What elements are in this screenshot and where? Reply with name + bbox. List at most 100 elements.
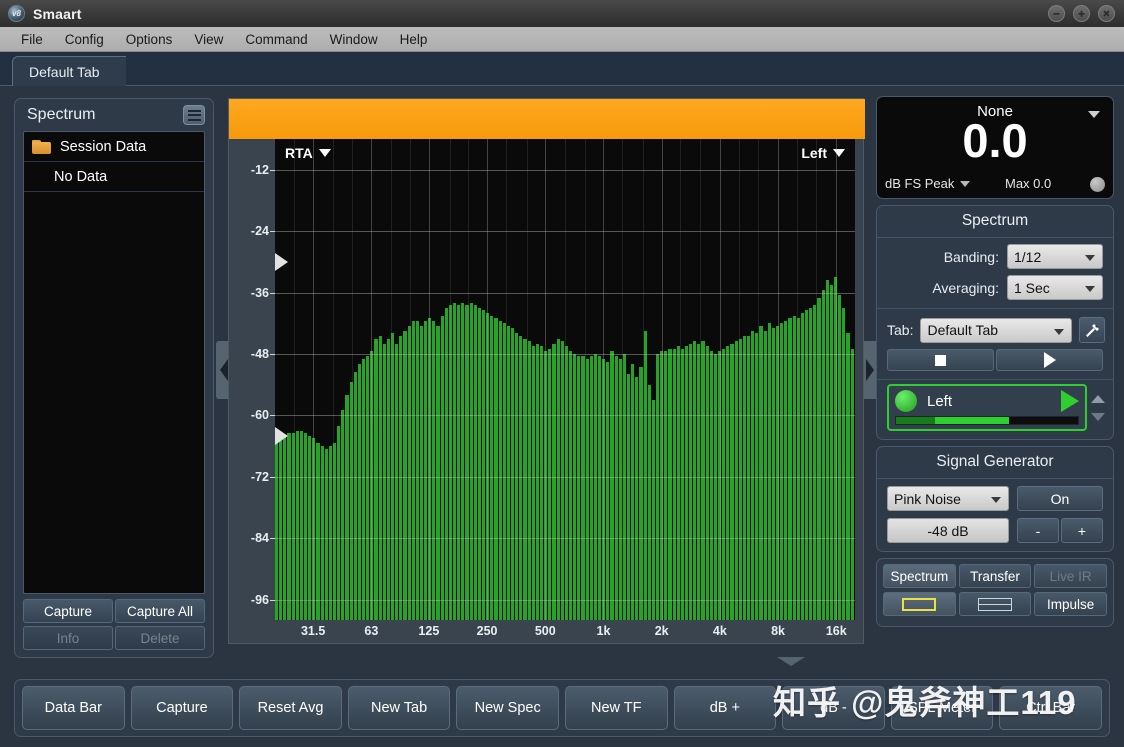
- rta-chart[interactable]: -12 -24 -36 -48 -60 -72 -84 -96 RTA Left 31.5 63…: [228, 98, 865, 666]
- new-tf-button[interactable]: New TF: [564, 686, 668, 730]
- capture-button[interactable]: Capture: [130, 686, 234, 730]
- banding-value: 1/12: [1014, 248, 1042, 265]
- averaging-value: 1 Sec: [1014, 279, 1050, 296]
- chart-expand-handle[interactable]: [777, 657, 805, 666]
- averaging-select[interactable]: 1 Sec: [1007, 275, 1103, 300]
- hamburger-icon[interactable]: [183, 105, 205, 125]
- tab-impulse[interactable]: Impulse: [1034, 592, 1108, 616]
- single-pane-button[interactable]: [883, 592, 956, 616]
- play-triangle-icon[interactable]: [1061, 390, 1079, 412]
- chart-header-bar[interactable]: [229, 99, 865, 139]
- grid-line: [410, 139, 412, 620]
- chevron-down-icon: [1085, 286, 1095, 292]
- split-pane-button[interactable]: [958, 592, 1032, 616]
- title-bar: v8 Smaart: [0, 0, 1124, 27]
- x-axis: 31.5 63 125 250 500 1k 2k 4k 8k 16k: [275, 620, 855, 645]
- stop-button[interactable]: [887, 349, 994, 371]
- level-decrease-button[interactable]: -: [1017, 518, 1059, 543]
- list-item[interactable]: Session Data: [24, 132, 204, 162]
- channel-scroll-spinner[interactable]: [1091, 384, 1105, 431]
- no-data-label: No Data: [54, 168, 108, 185]
- info-button: Info: [23, 626, 113, 650]
- meter-unit-dropdown[interactable]: dB FS Peak: [885, 176, 971, 191]
- tab-transfer[interactable]: Transfer: [958, 564, 1032, 588]
- menu-item-view[interactable]: View: [183, 29, 234, 50]
- tab-live-ir: Live IR: [1034, 564, 1108, 588]
- level-meter[interactable]: None 0.0 dB FS Peak Max 0.0: [876, 96, 1114, 199]
- ctrl-bar-button[interactable]: Ctrl Bar: [999, 686, 1102, 730]
- list-item[interactable]: No Data: [24, 162, 204, 192]
- generator-level-field[interactable]: -48 dB: [887, 518, 1009, 543]
- control-bar: Data Bar Capture Reset Avg New Tab New Spec N…: [14, 679, 1110, 737]
- y-axis-tick-label: -24: [250, 224, 269, 239]
- generator-on-button[interactable]: On: [1017, 486, 1103, 511]
- signal-generator-title: Signal Generator: [877, 447, 1113, 479]
- y-axis-tick-label: -12: [250, 162, 269, 177]
- menu-bar: File Config Options View Command Window …: [0, 27, 1124, 52]
- chevron-right-icon: [866, 359, 874, 381]
- tab-select[interactable]: Default Tab: [920, 317, 1072, 343]
- grid-line: [584, 139, 586, 620]
- signal-generator-panel: Signal Generator Pink Noise On -48 dB - …: [876, 446, 1114, 552]
- menu-item-help[interactable]: Help: [389, 29, 439, 50]
- menu-item-command[interactable]: Command: [234, 29, 318, 50]
- grid-line: [661, 139, 663, 620]
- banding-select[interactable]: 1/12: [1007, 244, 1103, 269]
- capture-all-button[interactable]: Capture All: [115, 599, 205, 623]
- spl-meter-button[interactable]: SPL Meter: [890, 686, 994, 730]
- left-panel-header: Spectrum: [15, 99, 213, 131]
- app-logo-text: v8: [12, 9, 21, 18]
- grid-line: [468, 139, 470, 620]
- y-axis-tick-label: -36: [250, 285, 269, 300]
- cursor-marker[interactable]: [275, 252, 288, 271]
- db-minus-button[interactable]: dB -: [782, 686, 885, 730]
- chevron-left-icon: [220, 359, 228, 381]
- signal-type-select[interactable]: Pink Noise: [887, 486, 1009, 511]
- data-bar-button[interactable]: Data Bar: [22, 686, 125, 730]
- new-spec-button[interactable]: New Spec: [456, 686, 559, 730]
- chevron-down-icon: [1085, 255, 1095, 261]
- menu-item-window[interactable]: Window: [319, 29, 389, 50]
- x-axis-tick-label: 63: [364, 624, 379, 638]
- y-axis-tick-label: -72: [250, 469, 269, 484]
- minimize-icon[interactable]: [1048, 5, 1065, 22]
- grid-line: [699, 139, 701, 620]
- tools-icon[interactable]: [1079, 317, 1105, 343]
- tab-default-tab[interactable]: Default Tab: [12, 56, 126, 86]
- level-increase-button[interactable]: +: [1061, 518, 1103, 543]
- plot-canvas[interactable]: RTA Left: [275, 139, 855, 620]
- reset-avg-button[interactable]: Reset Avg: [239, 686, 342, 730]
- session-data-tree[interactable]: Session Data No Data: [23, 131, 205, 594]
- bottom-bar: Data Bar Capture Reset Avg New Tab New Spec N…: [0, 671, 1124, 747]
- grid-line: [506, 139, 508, 620]
- right-panel: None 0.0 dB FS Peak Max 0.0 Spectrum Ban…: [876, 96, 1114, 633]
- play-button[interactable]: [996, 349, 1103, 371]
- menu-item-options[interactable]: Options: [115, 29, 184, 50]
- info-button-row: Info Delete: [23, 626, 205, 650]
- capture-button-row: Capture Capture All: [23, 599, 205, 623]
- mode-tabs-row-2: Impulse: [883, 592, 1108, 616]
- cursor-marker[interactable]: [275, 426, 288, 445]
- grid-line: [642, 139, 644, 620]
- x-axis-tick-label: 8k: [771, 624, 786, 638]
- db-plus-button[interactable]: dB +: [673, 686, 777, 730]
- close-icon[interactable]: [1098, 5, 1115, 22]
- tab-value: Default Tab: [927, 322, 999, 338]
- menu-item-config[interactable]: Config: [54, 29, 115, 50]
- menu-item-file[interactable]: File: [10, 29, 54, 50]
- y-axis-tick-label: -60: [250, 408, 269, 423]
- tab-spectrum[interactable]: Spectrum: [883, 564, 956, 588]
- green-dot-icon: [895, 390, 917, 412]
- reset-dot-icon[interactable]: [1090, 177, 1105, 192]
- new-tab-button[interactable]: New Tab: [347, 686, 451, 730]
- grid-line: [545, 139, 547, 620]
- y-axis-tick-label: -84: [250, 531, 269, 546]
- chevron-up-icon[interactable]: [1091, 394, 1105, 403]
- capture-button[interactable]: Capture: [23, 599, 113, 623]
- maximize-icon[interactable]: [1073, 5, 1090, 22]
- delete-button: Delete: [115, 626, 205, 650]
- meter-segment: [896, 417, 936, 424]
- chevron-down-icon[interactable]: [1091, 412, 1105, 421]
- channel-strip-left[interactable]: Left: [887, 384, 1087, 431]
- left-panel-title: Spectrum: [27, 106, 96, 123]
